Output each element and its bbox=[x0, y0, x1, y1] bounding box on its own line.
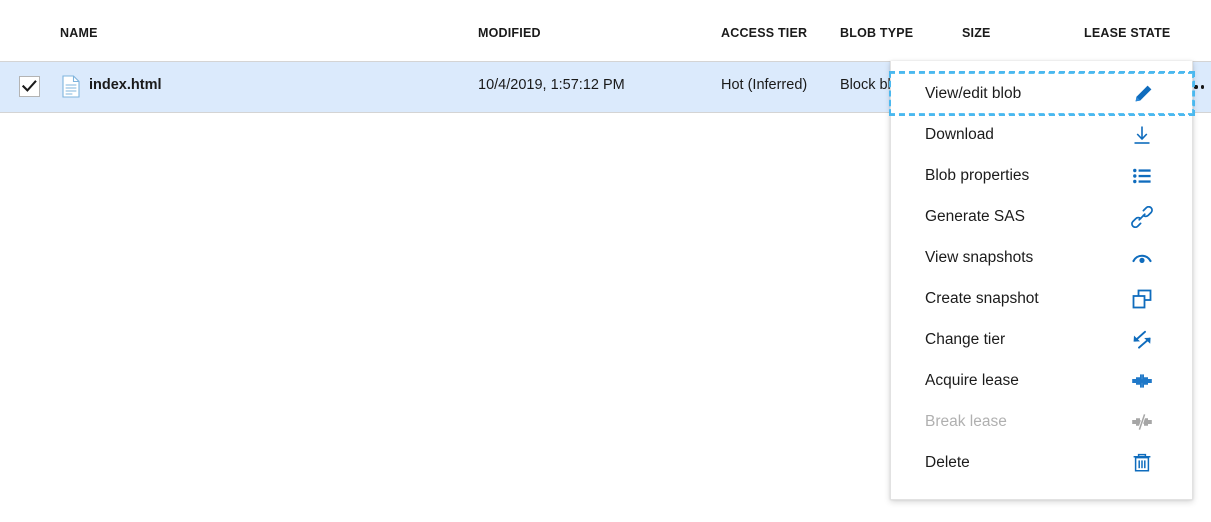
pencil-icon bbox=[1131, 82, 1155, 106]
plug-disconnect-icon bbox=[1130, 410, 1154, 434]
column-header-modified[interactable]: MODIFIED bbox=[478, 26, 541, 40]
menu-item-view-snapshots[interactable]: View snapshots bbox=[891, 237, 1192, 278]
column-header-blob-type[interactable]: BLOB TYPE bbox=[840, 26, 913, 40]
menu-item-label: Generate SAS bbox=[925, 207, 1025, 225]
menu-item-label: Break lease bbox=[925, 412, 1007, 430]
menu-item-download[interactable]: Download bbox=[891, 114, 1192, 155]
column-header-size[interactable]: SIZE bbox=[962, 26, 991, 40]
menu-item-label: View snapshots bbox=[925, 248, 1034, 266]
menu-item-change-tier[interactable]: Change tier bbox=[891, 319, 1192, 360]
menu-item-label: Download bbox=[925, 125, 994, 143]
row-select-checkbox[interactable] bbox=[19, 76, 40, 97]
column-header-access-tier[interactable]: ACCESS TIER bbox=[721, 26, 807, 40]
cell-access-tier: Hot (Inferred) bbox=[721, 77, 808, 93]
copy-windows-icon bbox=[1130, 287, 1154, 311]
menu-item-generate-sas[interactable]: Generate SAS bbox=[891, 196, 1192, 237]
menu-item-break-lease[interactable]: Break lease bbox=[891, 401, 1192, 442]
cell-name: index.html bbox=[89, 77, 162, 93]
menu-item-label: Acquire lease bbox=[925, 371, 1019, 389]
check-icon bbox=[22, 80, 37, 93]
menu-item-label: Change tier bbox=[925, 330, 1006, 348]
column-header-lease-state[interactable]: LEASE STATE bbox=[1084, 26, 1170, 40]
menu-item-create-snapshot[interactable]: Create snapshot bbox=[891, 278, 1192, 319]
file-document-icon bbox=[61, 75, 81, 98]
menu-item-delete[interactable]: Delete bbox=[891, 442, 1192, 483]
column-header-name[interactable]: NAME bbox=[60, 26, 98, 40]
list-icon bbox=[1130, 164, 1154, 188]
menu-item-label: View/edit blob bbox=[925, 84, 1022, 102]
ellipsis-icon bbox=[1200, 85, 1204, 89]
plug-connect-icon bbox=[1130, 369, 1154, 393]
blob-context-menu: View/edit blob Download Blob properties bbox=[889, 61, 1195, 500]
trash-icon bbox=[1130, 451, 1154, 475]
download-icon bbox=[1130, 123, 1154, 147]
menu-item-label: Blob properties bbox=[925, 166, 1030, 184]
link-icon bbox=[1130, 205, 1154, 229]
swap-arrows-icon bbox=[1130, 328, 1154, 352]
menu-item-blob-properties[interactable]: Blob properties bbox=[891, 155, 1192, 196]
menu-item-acquire-lease[interactable]: Acquire lease bbox=[891, 360, 1192, 401]
ellipsis-icon bbox=[1194, 85, 1198, 89]
menu-item-label: Delete bbox=[925, 453, 970, 471]
menu-item-label: Create snapshot bbox=[925, 289, 1039, 307]
eye-icon bbox=[1130, 246, 1154, 270]
cell-modified: 10/4/2019, 1:57:12 PM bbox=[478, 77, 625, 93]
table-header-row: NAME MODIFIED ACCESS TIER BLOB TYPE SIZE… bbox=[0, 0, 1211, 61]
menu-item-view-edit-blob[interactable]: View/edit blob bbox=[889, 71, 1195, 116]
